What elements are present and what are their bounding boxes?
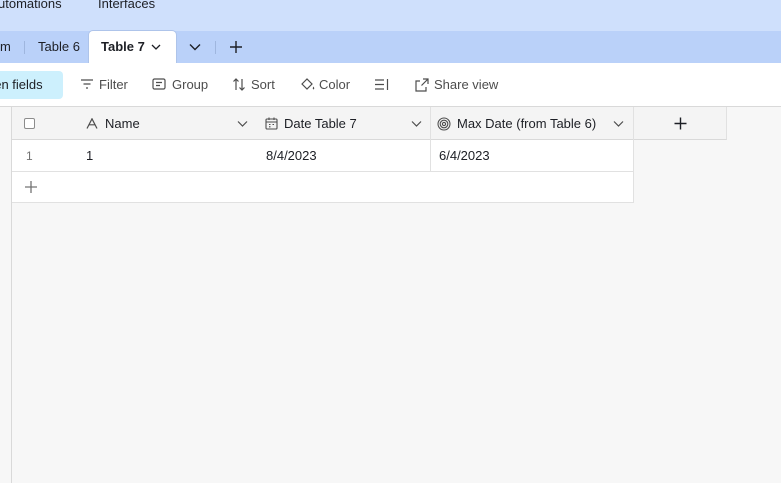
column-header-name-label: Name <box>105 116 140 131</box>
sort-label: Sort <box>251 77 275 92</box>
all-tables-chevron-icon[interactable] <box>189 43 201 51</box>
tab-previous-table[interactable]: m <box>0 31 11 63</box>
row-number: 1 <box>26 149 33 163</box>
filter-label: Filter <box>99 77 128 92</box>
view-toolbar: den fields Filter Group Sort Color Share… <box>0 63 781 107</box>
add-row[interactable] <box>12 172 258 203</box>
rollup-icon <box>437 117 451 131</box>
table-tab-bar: m Table 6 Table 7 <box>0 31 781 64</box>
table-row[interactable]: 8/4/2023 6/4/2023 <box>258 140 634 172</box>
column-header-max-date-label: Max Date (from Table 6) <box>457 116 597 131</box>
tab-table-7[interactable]: Table 7 <box>89 31 176 64</box>
add-field-icon <box>674 117 687 130</box>
chevron-down-icon[interactable] <box>151 43 161 51</box>
color-label: Color <box>319 77 351 92</box>
share-icon <box>415 78 429 92</box>
tab-divider <box>24 41 25 54</box>
row-height-icon <box>375 79 389 90</box>
text-field-icon <box>86 118 98 129</box>
grid-header-scroll: Date Table 7 Max Date (from Table 6) <box>258 107 634 140</box>
column-header-name[interactable]: Name <box>86 107 258 140</box>
grid-header-frozen: Name <box>12 107 258 140</box>
tab-table-7-label: Table 7 <box>101 39 145 54</box>
grid-frozen-section: Name 1 1 <box>11 107 258 483</box>
top-nav: utomations Interfaces <box>0 0 781 31</box>
column-header-max-date[interactable]: Max Date (from Table 6) <box>431 107 634 140</box>
group-icon <box>152 78 166 90</box>
chevron-down-icon[interactable] <box>237 120 248 128</box>
column-header-date-label: Date Table 7 <box>284 116 357 131</box>
sort-icon <box>233 78 245 91</box>
select-all-checkbox[interactable] <box>24 118 35 129</box>
column-divider <box>430 140 431 172</box>
add-field-button[interactable] <box>634 107 727 140</box>
paint-bucket-icon <box>301 78 315 90</box>
cell-max-date[interactable]: 6/4/2023 <box>439 140 490 172</box>
chevron-down-icon[interactable] <box>613 120 624 128</box>
nav-interfaces[interactable]: Interfaces <box>98 0 155 12</box>
calendar-icon <box>265 117 278 130</box>
cell-name[interactable]: 1 <box>86 140 93 172</box>
hide-fields-label: den fields <box>0 77 43 92</box>
hide-fields-button[interactable]: den fields <box>0 71 63 99</box>
add-table-icon[interactable] <box>229 40 243 54</box>
group-label: Group <box>172 77 209 92</box>
chevron-down-icon[interactable] <box>411 120 422 128</box>
add-record-icon <box>25 181 37 193</box>
tab-table-6[interactable]: Table 6 <box>38 31 80 63</box>
tab-divider <box>215 41 216 54</box>
nav-automations[interactable]: utomations <box>0 0 62 12</box>
cell-date-table-7[interactable]: 8/4/2023 <box>266 140 317 172</box>
add-row-scroll[interactable] <box>258 172 634 203</box>
table-row[interactable]: 1 1 <box>12 140 258 172</box>
share-view-label: Share view <box>434 77 499 92</box>
column-header-date-table-7[interactable]: Date Table 7 <box>258 107 431 140</box>
filter-icon <box>81 79 93 89</box>
